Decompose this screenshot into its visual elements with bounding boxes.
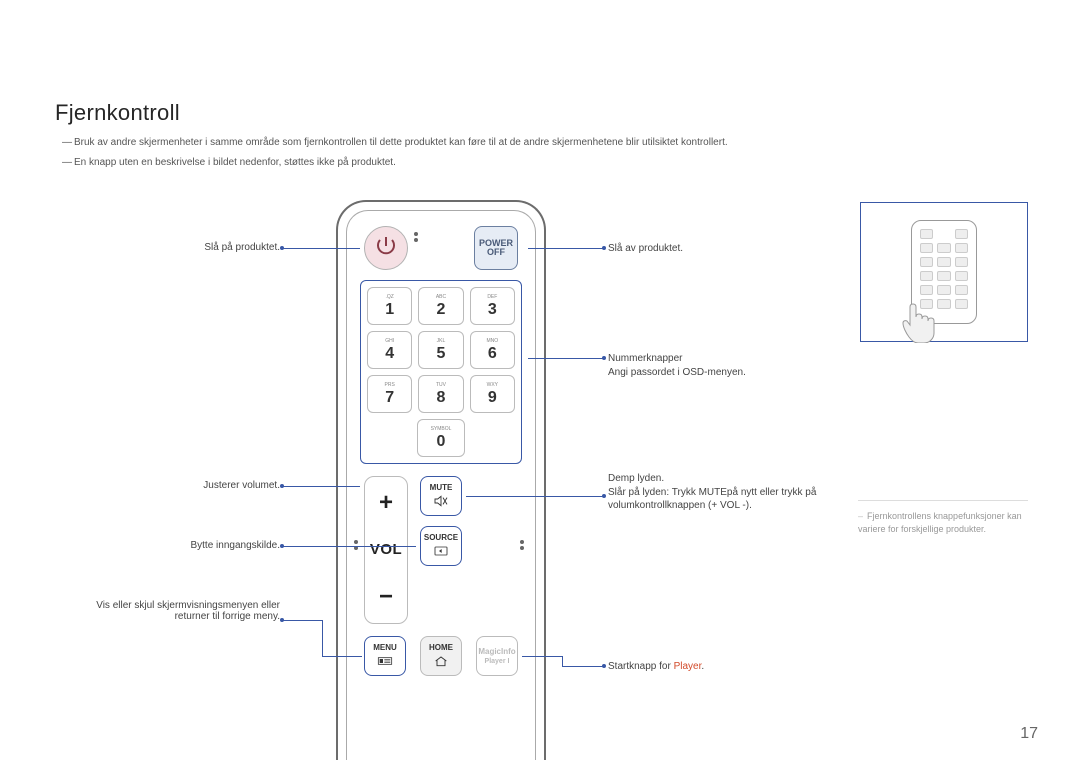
callout-mute-2: Slår på lyden: Trykk MUTEpå nytt eller t… bbox=[608, 487, 816, 512]
connector bbox=[528, 248, 604, 249]
key-5: JKL5 bbox=[418, 331, 463, 369]
remote-thumbnail bbox=[860, 202, 1028, 342]
callout-volume: Justerer volumet. bbox=[100, 480, 280, 491]
callout-player-pre: Startknapp for bbox=[608, 661, 674, 672]
volume-up-icon: + bbox=[379, 489, 393, 517]
callout-power-on: Slå på produktet. bbox=[100, 242, 280, 253]
number-pad: .QZ1 ABC2 DEF3 GHI4 JKL5 MNO6 PRS7 TUV8 … bbox=[360, 280, 522, 464]
power-off-button: POWER OFF bbox=[474, 226, 518, 270]
callout-menu: Vis eller skjul skjermvisningsmenyen ell… bbox=[60, 600, 280, 622]
power-on-button bbox=[364, 226, 408, 270]
callout-mute: Demp lyden. Slår på lyden: Trykk MUTEpå … bbox=[608, 472, 838, 513]
key-6: MNO6 bbox=[470, 331, 515, 369]
power-icon bbox=[374, 234, 398, 263]
key-8: TUV8 bbox=[418, 375, 463, 413]
key-9: WXY9 bbox=[470, 375, 515, 413]
connector-tick bbox=[602, 664, 606, 668]
key-0: SYMBOL0 bbox=[417, 419, 465, 457]
key-1: .QZ1 bbox=[367, 287, 412, 325]
connector-tick bbox=[280, 484, 284, 488]
note-1: ―Bruk av andre skjermenheter i samme omr… bbox=[62, 136, 962, 149]
callout-numpad: Nummerknapper Angi passordet i OSD-menye… bbox=[608, 352, 746, 379]
sidenote: –Fjernkontrollens knappefunksjoner kan v… bbox=[858, 510, 1028, 535]
mute-icon bbox=[433, 494, 449, 510]
menu-icon bbox=[377, 654, 393, 670]
callout-player: Startknapp for Player. bbox=[608, 660, 704, 674]
connector bbox=[282, 620, 322, 621]
power-off-label-2: OFF bbox=[487, 248, 505, 257]
dot-decoration bbox=[414, 230, 422, 246]
callout-numpad-2: Angi passordet i OSD-menyen. bbox=[608, 367, 746, 378]
key-4: GHI4 bbox=[367, 331, 412, 369]
home-button: HOME bbox=[420, 636, 462, 676]
connector bbox=[528, 358, 604, 359]
callout-power-off: Slå av produktet. bbox=[608, 242, 683, 256]
connector-tick bbox=[280, 618, 284, 622]
menu-label: MENU bbox=[373, 643, 397, 652]
key-3: DEF3 bbox=[470, 287, 515, 325]
sidenote-text: Fjernkontrollens knappefunksjoner kan va… bbox=[858, 511, 1022, 534]
dot-decoration-right bbox=[520, 538, 528, 554]
connector bbox=[282, 248, 360, 249]
connector bbox=[522, 656, 562, 657]
key-2: ABC2 bbox=[418, 287, 463, 325]
home-icon bbox=[433, 654, 449, 670]
connector bbox=[562, 666, 604, 667]
source-label: SOURCE bbox=[424, 533, 458, 542]
remote-control-figure: POWER OFF .QZ1 ABC2 DEF3 GHI4 JKL5 MNO6 … bbox=[336, 200, 546, 760]
connector bbox=[466, 496, 604, 497]
volume-label: VOL bbox=[370, 541, 402, 558]
source-icon bbox=[433, 544, 449, 560]
connector bbox=[562, 656, 563, 666]
connector bbox=[282, 486, 360, 487]
mute-button: MUTE bbox=[420, 476, 462, 516]
connector-tick bbox=[602, 494, 606, 498]
page-title: Fjernkontroll bbox=[55, 100, 180, 126]
volume-down-icon: − bbox=[379, 583, 393, 611]
connector bbox=[322, 620, 323, 656]
callout-player-post: . bbox=[701, 661, 704, 672]
callout-player-red: Player bbox=[674, 661, 702, 672]
note-2: ―En knapp uten en beskrivelse i bildet n… bbox=[62, 156, 962, 169]
volume-rocker: + VOL − bbox=[364, 476, 408, 624]
key-7: PRS7 bbox=[367, 375, 412, 413]
callout-source: Bytte inngangskilde. bbox=[100, 540, 280, 551]
menu-button: MENU bbox=[364, 636, 406, 676]
callout-mute-1: Demp lyden. bbox=[608, 473, 664, 484]
sidenote-divider bbox=[858, 500, 1028, 501]
connector bbox=[322, 656, 362, 657]
connector-tick bbox=[602, 356, 606, 360]
source-button: SOURCE bbox=[420, 526, 462, 566]
connector-tick bbox=[280, 544, 284, 548]
note-1-text: Bruk av andre skjermenheter i samme områ… bbox=[74, 137, 728, 148]
connector bbox=[282, 546, 416, 547]
magicinfo-label-2: Player I bbox=[485, 658, 510, 665]
magicinfo-button: MagicInfo Player I bbox=[476, 636, 518, 676]
connector-tick bbox=[602, 246, 606, 250]
magicinfo-label-1: MagicInfo bbox=[478, 647, 515, 656]
callout-numpad-1: Nummerknapper bbox=[608, 353, 682, 364]
hand-icon bbox=[899, 297, 945, 343]
page-number: 17 bbox=[1020, 725, 1038, 743]
home-label: HOME bbox=[429, 643, 453, 652]
mute-label: MUTE bbox=[430, 483, 453, 492]
note-2-text: En knapp uten en beskrivelse i bildet ne… bbox=[74, 157, 396, 168]
connector-tick bbox=[280, 246, 284, 250]
